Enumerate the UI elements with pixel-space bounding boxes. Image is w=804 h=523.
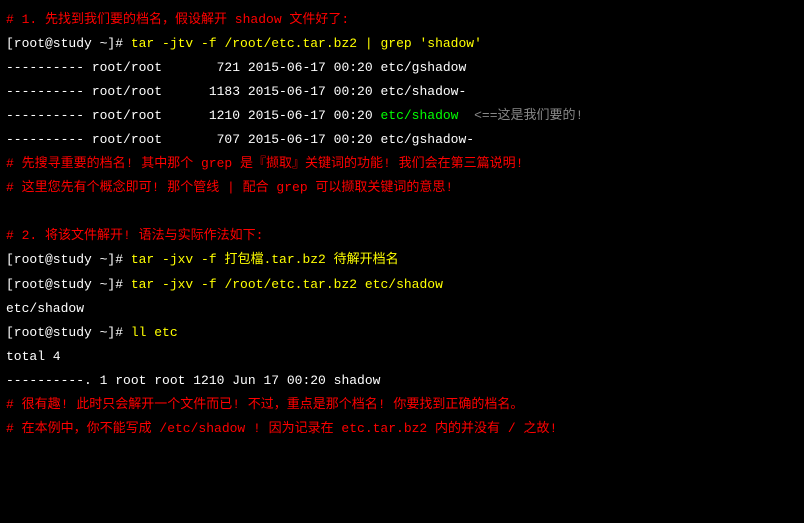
comment-step1: # 1. 先找到我们要的档名，假设解开 shadow 文件好了: [6,8,798,32]
extract-output: etc/shadow [6,297,798,321]
note-grep-2: # 这里您先有个概念即可! 那个管线 | 配合 grep 可以撷取关键词的意思! [6,176,798,200]
note-inline: <==这是我们要的! [458,108,583,123]
highlight-etc-shadow: etc/shadow [380,108,458,123]
note-extract-1: # 很有趣! 此时只会解开一个文件而已! 不过，重点是那个档名! 你要找到正确的… [6,393,798,417]
tar-grep-command: tar -jtv -f /root/etc.tar.bz2 | grep 'sh… [131,36,482,51]
output-row-2: ---------- root/root 1183 2015-06-17 00:… [6,80,798,104]
output-row-1: ---------- root/root 721 2015-06-17 00:2… [6,56,798,80]
cmd-line-2-real: [root@study ~]# tar -jxv -f /root/etc.ta… [6,273,798,297]
shell-prompt: [root@study ~]# [6,277,131,292]
cmd-line-1: [root@study ~]# tar -jtv -f /root/etc.ta… [6,32,798,56]
ll-output-total: total 4 [6,345,798,369]
note-grep-1: # 先搜寻重要的档名! 其中那个 grep 是『撷取』关键词的功能! 我们会在第… [6,152,798,176]
tar-extract-real: tar -jxv -f /root/etc.tar.bz2 etc/shadow [131,277,443,292]
blank-line [6,200,798,224]
shell-prompt: [root@study ~]# [6,36,131,51]
shell-prompt: [root@study ~]# [6,252,131,267]
tar-extract-template: tar -jxv -f 打包檔.tar.bz2 待解开档名 [131,252,399,267]
output-row-4: ---------- root/root 707 2015-06-17 00:2… [6,128,798,152]
note-extract-2: # 在本例中，你不能写成 /etc/shadow ! 因为记录在 etc.tar… [6,417,798,441]
ll-output-row: ----------. 1 root root 1210 Jun 17 00:2… [6,369,798,393]
ll-command: ll etc [131,325,178,340]
output-row-3: ---------- root/root 1210 2015-06-17 00:… [6,104,798,128]
output-row-3-pre: ---------- root/root 1210 2015-06-17 00:… [6,108,380,123]
cmd-line-3: [root@study ~]# ll etc [6,321,798,345]
comment-step2: # 2. 将该文件解开! 语法与实际作法如下: [6,224,798,248]
shell-prompt: [root@study ~]# [6,325,131,340]
cmd-line-2-template: [root@study ~]# tar -jxv -f 打包檔.tar.bz2 … [6,248,798,272]
